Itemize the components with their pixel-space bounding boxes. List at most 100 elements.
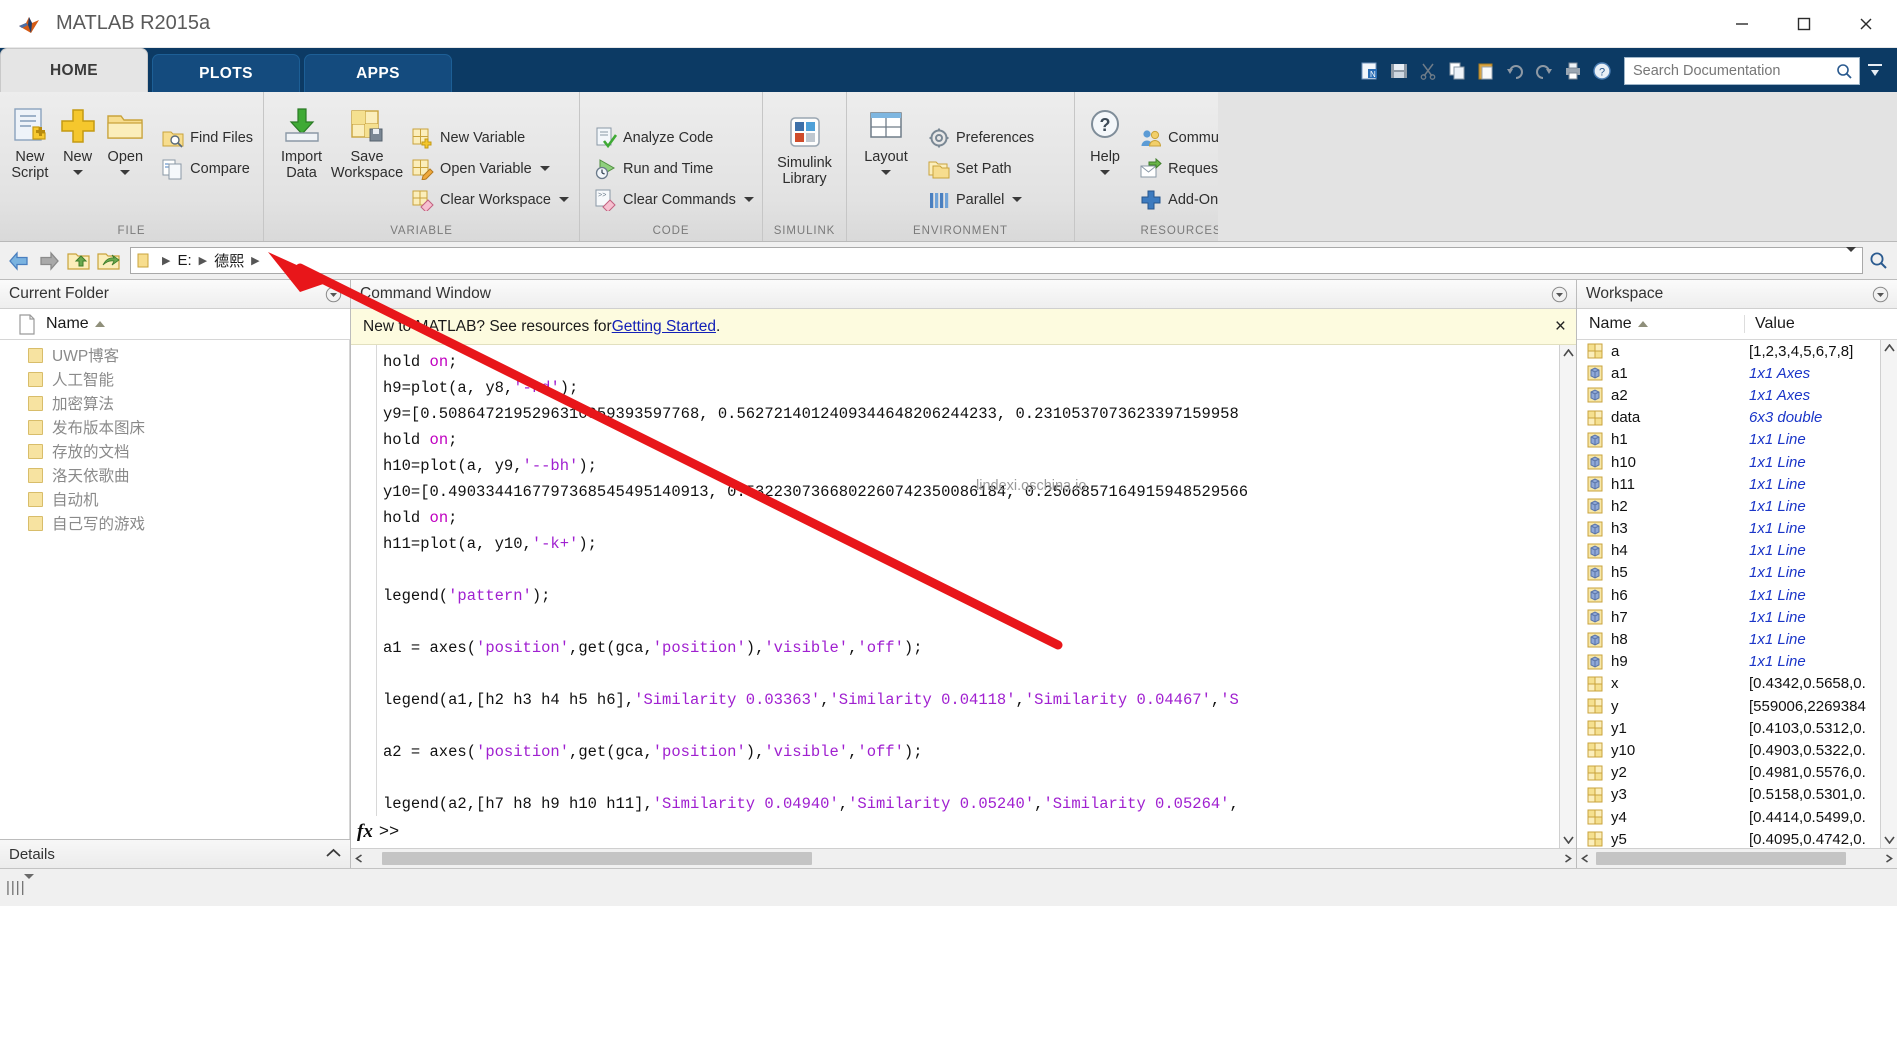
breadcrumb-dropdown-icon[interactable]	[1846, 247, 1856, 269]
new-variable-button[interactable]: New Variable	[407, 122, 573, 153]
scroll-up-icon[interactable]	[1560, 345, 1577, 362]
up-one-level-button[interactable]	[64, 246, 94, 276]
preferences-button[interactable]: Preferences	[923, 122, 1038, 153]
forward-button[interactable]	[34, 246, 64, 276]
command-window-body[interactable]: hold on; h9=plot(a, y8,'-kd'); y9=[0.50864…	[351, 345, 1576, 848]
breadcrumb-item-drive[interactable]: E:	[172, 252, 196, 269]
analyze-code-button[interactable]: Analyze Code	[590, 122, 758, 153]
chevron-down-icon[interactable]	[1100, 169, 1111, 175]
tab-plots[interactable]: PLOTS	[152, 54, 300, 92]
list-item[interactable]: 加密算法	[0, 391, 349, 415]
community-button[interactable]: Community	[1135, 122, 1281, 153]
save-qat-icon[interactable]	[1385, 58, 1412, 85]
workspace-horizontal-scrollbar[interactable]	[1577, 848, 1897, 868]
redo-qat-icon[interactable]	[1530, 58, 1557, 85]
back-button[interactable]	[4, 246, 34, 276]
scroll-down-icon[interactable]	[1881, 831, 1897, 848]
new-script-button[interactable]: New Script	[6, 100, 54, 181]
table-row[interactable]: x [0.4342,0.5658,0.	[1577, 673, 1880, 695]
minimize-button[interactable]	[1711, 0, 1773, 47]
find-files-button[interactable]: Find Files	[157, 122, 257, 153]
table-row[interactable]: a1 1x1 Axes	[1577, 362, 1880, 384]
table-row[interactable]: h8 1x1 Line	[1577, 628, 1880, 650]
table-row[interactable]: h5 1x1 Line	[1577, 562, 1880, 584]
collapse-ribbon-icon[interactable]	[1861, 58, 1888, 85]
list-item[interactable]: 洛天依歌曲	[0, 463, 349, 487]
set-path-button[interactable]: Set Path	[923, 153, 1038, 184]
table-row[interactable]: h9 1x1 Line	[1577, 651, 1880, 673]
simulink-library-button[interactable]: Simulink Library	[771, 106, 839, 187]
table-row[interactable]: y10 [0.4903,0.5322,0.	[1577, 739, 1880, 761]
tab-apps[interactable]: APPS	[304, 54, 452, 92]
list-item[interactable]: 自动机	[0, 487, 349, 511]
list-item[interactable]: 人工智能	[0, 367, 349, 391]
table-row[interactable]: h2 1x1 Line	[1577, 495, 1880, 517]
clear-workspace-button[interactable]: Clear Workspace	[407, 184, 573, 215]
workspace-name-column[interactable]: Name	[1577, 315, 1745, 333]
import-data-button[interactable]: Import Data	[270, 100, 333, 181]
breadcrumb-item-folder[interactable]: 德熙	[209, 250, 249, 271]
breadcrumb[interactable]: ▶ E: ▶ 德熙 ▶	[130, 247, 1863, 274]
workspace-list[interactable]: a [1,2,3,4,5,6,7,8] a1 1x1 Axes a2 1x1 Axes da…	[1577, 340, 1897, 848]
scroll-right-icon[interactable]	[1559, 850, 1576, 867]
grip-caret-icon[interactable]	[23, 873, 34, 897]
details-pane-header[interactable]: Details	[0, 839, 350, 868]
compare-button[interactable]: Compare	[157, 153, 257, 184]
add-ons-button[interactable]: Add-Ons	[1135, 184, 1281, 215]
hscroll-thumb[interactable]	[382, 852, 812, 865]
close-button[interactable]	[1835, 0, 1897, 47]
hscroll-thumb[interactable]	[1596, 852, 1846, 865]
banner-close-icon[interactable]: ×	[1555, 316, 1566, 338]
list-item[interactable]: 自己写的游戏	[0, 511, 349, 535]
search-documentation-field[interactable]	[1624, 57, 1860, 85]
parallel-button[interactable]: Parallel	[923, 184, 1038, 215]
chevron-down-icon[interactable]	[120, 169, 131, 175]
table-row[interactable]: a2 1x1 Axes	[1577, 384, 1880, 406]
chevron-down-icon[interactable]	[881, 169, 891, 175]
scroll-right-icon[interactable]	[1880, 850, 1897, 867]
new-script-qat-icon[interactable]: N	[1356, 58, 1383, 85]
tab-home[interactable]: HOME	[0, 48, 148, 92]
table-row[interactable]: y4 [0.4414,0.5499,0.	[1577, 806, 1880, 828]
table-row[interactable]: h1 1x1 Line	[1577, 429, 1880, 451]
command-vertical-scrollbar[interactable]	[1559, 345, 1576, 848]
current-folder-list[interactable]: UWP博客 人工智能 加密算法 发布版本图床 存放的文档 洛天依歌曲 自动机 自…	[0, 340, 350, 839]
workspace-value-column[interactable]: Value	[1745, 315, 1795, 333]
name-column-header[interactable]: Name	[46, 315, 105, 333]
open-button[interactable]: Open	[101, 100, 149, 179]
maximize-button[interactable]	[1773, 0, 1835, 47]
run-and-time-button[interactable]: Run and Time	[590, 153, 758, 184]
chevron-down-icon[interactable]	[1012, 197, 1023, 202]
table-row[interactable]: h6 1x1 Line	[1577, 584, 1880, 606]
new-button[interactable]: New	[54, 100, 102, 179]
undo-qat-icon[interactable]	[1501, 58, 1528, 85]
table-row[interactable]: a [1,2,3,4,5,6,7,8]	[1577, 340, 1880, 362]
scroll-left-icon[interactable]	[1577, 850, 1594, 867]
scroll-down-icon[interactable]	[1560, 831, 1577, 848]
command-window-text[interactable]: hold on; h9=plot(a, y8,'-kd'); y9=[0.50864…	[377, 345, 1559, 848]
details-expand-icon[interactable]	[325, 846, 342, 863]
workspace-options-icon[interactable]	[1869, 283, 1891, 305]
current-folder-options-icon[interactable]	[322, 283, 344, 305]
chevron-down-icon[interactable]	[743, 197, 754, 202]
address-search-button[interactable]	[1863, 246, 1893, 276]
browse-folder-button[interactable]	[94, 246, 124, 276]
print-qat-icon[interactable]	[1559, 58, 1586, 85]
table-row[interactable]: h4 1x1 Line	[1577, 540, 1880, 562]
list-item[interactable]: 存放的文档	[0, 439, 349, 463]
request-support-button[interactable]: Request Support	[1135, 153, 1281, 184]
workspace-vertical-scrollbar[interactable]	[1880, 340, 1897, 848]
command-horizontal-scrollbar[interactable]	[351, 848, 1576, 868]
chevron-down-icon[interactable]	[539, 166, 550, 171]
search-documentation-input[interactable]	[1633, 63, 1836, 79]
table-row[interactable]: y [559006,2269384	[1577, 695, 1880, 717]
open-variable-button[interactable]: Open Variable	[407, 153, 573, 184]
table-row[interactable]: y2 [0.4981,0.5576,0.	[1577, 762, 1880, 784]
layout-button[interactable]: Layout	[859, 100, 913, 179]
chevron-down-icon[interactable]	[72, 169, 83, 175]
save-workspace-button[interactable]: Save Workspace	[331, 100, 403, 181]
copy-qat-icon[interactable]	[1443, 58, 1470, 85]
chevron-down-icon[interactable]	[559, 197, 569, 202]
chevron-down-icon[interactable]	[1233, 197, 1244, 202]
scroll-left-icon[interactable]	[351, 850, 368, 867]
